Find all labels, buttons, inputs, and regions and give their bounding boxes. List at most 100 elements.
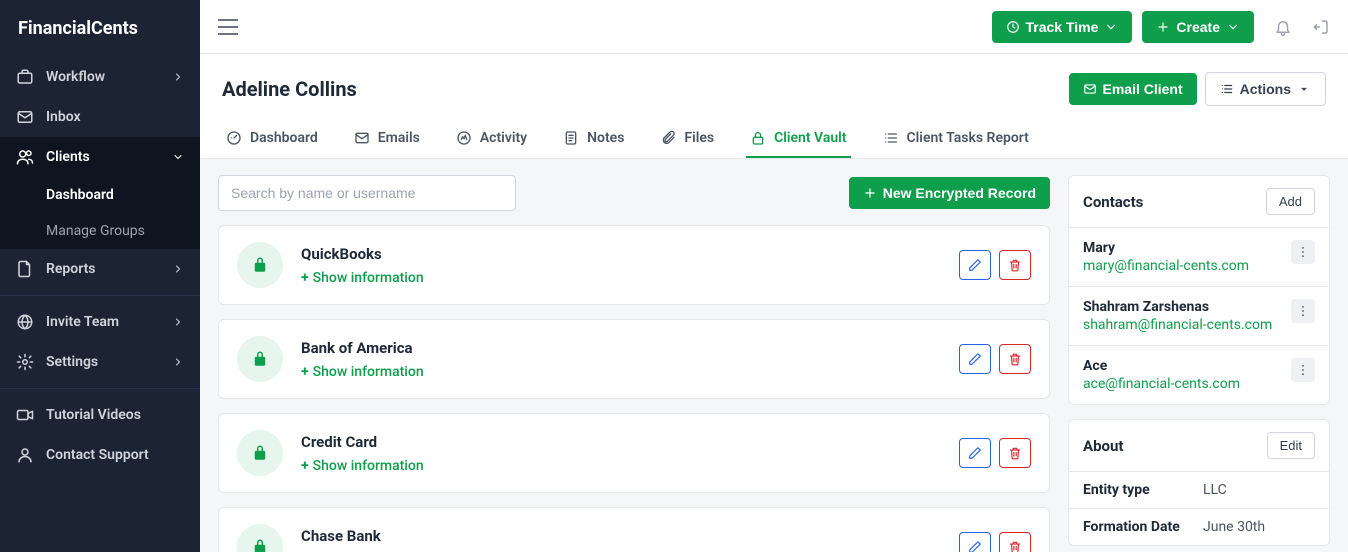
sidebar-item-label: Workflow [46, 69, 105, 85]
sidebar-item-label: Contact Support [46, 447, 149, 463]
vault-item: Chase Bank + Show information [218, 507, 1050, 552]
tab-dashboard[interactable]: Dashboard [222, 120, 322, 158]
users-icon [16, 148, 34, 166]
delete-button[interactable] [999, 250, 1031, 280]
sidebar-item-workflow[interactable]: Workflow [0, 57, 200, 97]
contact-item: Ace ace@financial-cents.com [1069, 345, 1329, 404]
sidebar-item-tutorial-videos[interactable]: Tutorial Videos [0, 395, 200, 435]
contact-item: Shahram Zarshenas shahram@financial-cents… [1069, 286, 1329, 345]
about-row: Entity typeLLC [1069, 471, 1329, 508]
contacts-card: Contacts Add Mary mary@financial-cents.co… [1068, 175, 1330, 405]
tab-notes[interactable]: Notes [559, 120, 628, 158]
contact-menu-button[interactable] [1291, 358, 1315, 382]
vault-item: Bank of America + Show information [218, 319, 1050, 399]
bell-icon[interactable] [1274, 18, 1292, 36]
trash-icon [1008, 446, 1022, 460]
sidebar-item-settings[interactable]: Settings [0, 342, 200, 382]
briefcase-icon [16, 68, 34, 86]
chevron-down-icon [1104, 20, 1118, 34]
tab-emails[interactable]: Emails [350, 120, 424, 158]
sidebar-item-invite-team[interactable]: Invite Team [0, 302, 200, 342]
new-encrypted-record-button[interactable]: New Encrypted Record [849, 177, 1050, 209]
tab-label: Dashboard [250, 130, 318, 146]
vault-item: QuickBooks + Show information [218, 225, 1050, 305]
about-label: Entity type [1083, 482, 1203, 498]
edit-button[interactable] [959, 344, 991, 374]
paperclip-icon [660, 130, 676, 146]
tab-label: Notes [587, 130, 624, 146]
edit-button[interactable] [959, 438, 991, 468]
button-label: Create [1176, 19, 1220, 35]
plus-icon: + [301, 270, 309, 286]
search-input[interactable] [218, 175, 516, 211]
mail-icon [16, 108, 34, 126]
plus-icon [863, 186, 877, 200]
lock-icon [237, 242, 283, 288]
sidebar-item-label: Settings [46, 354, 98, 370]
pencil-icon [968, 540, 982, 552]
email-client-button[interactable]: Email Client [1069, 73, 1197, 105]
kebab-icon [1296, 363, 1310, 377]
plus-icon [1156, 20, 1170, 34]
contact-email[interactable]: shahram@financial-cents.com [1083, 317, 1283, 333]
vault-title: Credit Card [301, 433, 941, 451]
mail-icon [1083, 82, 1097, 96]
vault-title: QuickBooks [301, 245, 941, 263]
list-icon [1220, 82, 1234, 96]
tab-client-tasks-report[interactable]: Client Tasks Report [879, 120, 1033, 158]
about-card: About Edit Entity typeLLCFormation DateJ… [1068, 419, 1330, 546]
client-name: Adeline Collins [222, 77, 1069, 101]
delete-button[interactable] [999, 532, 1031, 552]
button-label: New Encrypted Record [883, 185, 1036, 201]
contact-name: Mary [1083, 240, 1283, 256]
chevron-right-icon [172, 356, 184, 368]
chevron-right-icon [172, 316, 184, 328]
video-icon [16, 406, 34, 424]
list-icon [883, 130, 899, 146]
tab-activity[interactable]: Activity [452, 120, 531, 158]
sidebar-item-label: Tutorial Videos [46, 407, 141, 423]
show-information-link[interactable]: + Show information [301, 458, 424, 474]
track-time-button[interactable]: Track Time [992, 11, 1133, 43]
tab-files[interactable]: Files [656, 120, 718, 158]
about-row: Formation DateJune 30th [1069, 508, 1329, 545]
sidebar-item-clients[interactable]: Clients [0, 137, 200, 177]
contact-email[interactable]: mary@financial-cents.com [1083, 258, 1283, 274]
edit-about-button[interactable]: Edit [1267, 432, 1315, 459]
logout-icon[interactable] [1312, 18, 1330, 36]
pencil-icon [968, 446, 982, 460]
create-button[interactable]: Create [1142, 11, 1254, 43]
sidebar-item-label: Invite Team [46, 314, 119, 330]
add-contact-button[interactable]: Add [1266, 188, 1315, 215]
about-value: LLC [1203, 482, 1227, 498]
sidebar-subitem-dashboard[interactable]: Dashboard [0, 177, 200, 213]
show-label: Show information [313, 458, 424, 474]
actions-button[interactable]: Actions [1205, 72, 1326, 106]
sidebar-subitem-manage-groups[interactable]: Manage Groups [0, 213, 200, 249]
lock-icon [237, 524, 283, 552]
pencil-icon [968, 352, 982, 366]
edit-button[interactable] [959, 532, 991, 552]
edit-button[interactable] [959, 250, 991, 280]
delete-button[interactable] [999, 344, 1031, 374]
tab-client-vault[interactable]: Client Vault [746, 120, 850, 158]
delete-button[interactable] [999, 438, 1031, 468]
pencil-icon [968, 258, 982, 272]
contact-email[interactable]: ace@financial-cents.com [1083, 376, 1283, 392]
vault-title: Chase Bank [301, 527, 941, 545]
contact-menu-button[interactable] [1291, 240, 1315, 264]
show-information-link[interactable]: + Show information [301, 364, 424, 380]
contact-name: Shahram Zarshenas [1083, 299, 1283, 315]
chevron-down-icon [172, 151, 184, 163]
sidebar-item-inbox[interactable]: Inbox [0, 97, 200, 137]
sidebar-item-reports[interactable]: Reports [0, 249, 200, 289]
contact-name: Ace [1083, 358, 1283, 374]
globe-icon [16, 313, 34, 331]
hamburger-menu[interactable] [218, 19, 238, 35]
show-information-link[interactable]: + Show information [301, 270, 424, 286]
contacts-title: Contacts [1083, 193, 1143, 211]
contact-menu-button[interactable] [1291, 299, 1315, 323]
tab-label: Activity [480, 130, 527, 146]
client-header: Adeline Collins Email Client Actions Das… [200, 54, 1348, 159]
sidebar-item-contact-support[interactable]: Contact Support [0, 435, 200, 475]
